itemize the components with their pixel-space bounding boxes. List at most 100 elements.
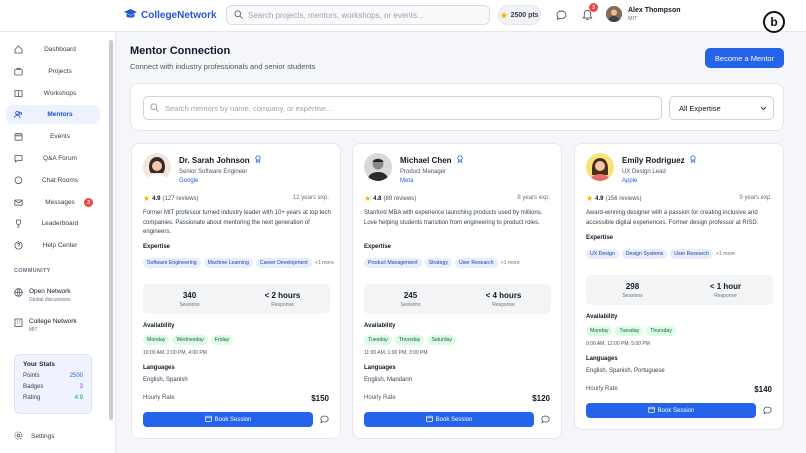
mentor-stats: 245 Sessions < 4 hours Response bbox=[364, 284, 551, 314]
sidebar-item-dashboard[interactable]: Dashboard bbox=[6, 40, 100, 59]
book-session-button[interactable]: Book Session bbox=[586, 403, 756, 418]
sessions-label: Sessions bbox=[179, 302, 200, 308]
message-mentor-icon[interactable] bbox=[763, 406, 773, 416]
sidebar-item-mentors[interactable]: Mentors bbox=[6, 105, 100, 124]
chat-icon[interactable] bbox=[554, 8, 568, 22]
bell-icon[interactable]: 3 bbox=[580, 3, 598, 22]
expertise-tag[interactable]: Design Systems bbox=[621, 249, 668, 259]
mentor-avatar bbox=[586, 153, 614, 181]
global-search[interactable] bbox=[226, 5, 490, 25]
logo[interactable]: CollegeNetwork bbox=[124, 9, 217, 22]
sessions-value: 340 bbox=[182, 291, 197, 300]
availability-label: Availability bbox=[364, 323, 396, 329]
hourly-rate-label: Hourly Rate bbox=[586, 386, 618, 392]
hourly-rate-value: $150 bbox=[311, 394, 329, 403]
message-mentor-icon[interactable] bbox=[541, 415, 551, 425]
star-icon: ★ bbox=[143, 194, 151, 203]
sidebar-item-leaderboard[interactable]: Leaderboard bbox=[6, 214, 100, 233]
expertise-select-value: All Expertise bbox=[679, 103, 721, 113]
response-value: < 4 hours bbox=[485, 291, 522, 300]
global-search-input[interactable] bbox=[248, 10, 468, 20]
message-mentor-icon[interactable] bbox=[320, 415, 330, 425]
expertise-tag[interactable]: Product Management bbox=[364, 258, 422, 268]
expertise-tag[interactable]: Strategy bbox=[424, 258, 452, 268]
mentor-rating: ★ 4.9 (127 reviews) bbox=[143, 194, 199, 203]
mentor-role: UX Design Lead bbox=[622, 169, 666, 175]
sidebar-item-help-center[interactable]: Help Center bbox=[6, 236, 100, 255]
stat-row: Rating 4.9 bbox=[23, 395, 83, 401]
expertise-label: Expertise bbox=[364, 244, 392, 250]
search-icon bbox=[150, 102, 159, 114]
corner-logo[interactable]: b bbox=[763, 11, 785, 33]
sidebar-item-projects[interactable]: Projects bbox=[6, 62, 100, 81]
mentor-company[interactable]: Google bbox=[179, 178, 198, 184]
expertise-tag[interactable]: User Research bbox=[670, 249, 713, 259]
book-session-label: Book Session bbox=[435, 416, 473, 423]
availability-label: Availability bbox=[143, 323, 175, 329]
stat-value: 3 bbox=[79, 384, 83, 390]
mentor-search[interactable] bbox=[143, 96, 662, 120]
book-session-label: Book Session bbox=[214, 416, 252, 423]
expertise-tag[interactable]: Software Engineering bbox=[143, 258, 201, 268]
mentor-rating: ★ 4.8 (89 reviews) bbox=[364, 194, 416, 203]
stats-panel: Your Stats Points 2500 Badges 3 Rating 4.9 bbox=[14, 354, 92, 414]
calendar-icon bbox=[204, 415, 212, 424]
settings-link[interactable]: Settings bbox=[14, 431, 55, 442]
sidebar-item-label: Projects bbox=[48, 68, 72, 75]
expertise-tag[interactable]: Career Development bbox=[255, 258, 312, 268]
review-count: (89 reviews) bbox=[383, 195, 417, 202]
mentor-bio: Award-winning designer with a passion fo… bbox=[586, 210, 759, 226]
availability-day: Saturday bbox=[427, 335, 457, 345]
sidebar-scrollbar[interactable] bbox=[109, 40, 113, 420]
languages-label: Languages bbox=[143, 365, 175, 371]
hourly-rate-value: $140 bbox=[754, 385, 772, 394]
sidebar-item-chat-rooms[interactable]: Chat Rooms bbox=[6, 171, 100, 190]
more-tags[interactable]: +1 more bbox=[315, 260, 334, 266]
community-item-open-network[interactable]: Open Network Global discussions bbox=[14, 288, 71, 303]
top-bar: CollegeNetwork ★ 2500 pts 3 Alex Thompso… bbox=[0, 0, 806, 33]
sidebar-item-events[interactable]: Events bbox=[6, 127, 100, 146]
become-mentor-button[interactable]: Become a Mentor bbox=[705, 48, 784, 68]
user-school: MIT bbox=[628, 15, 638, 22]
mentor-bio: Stanford MBA with experience launching p… bbox=[364, 210, 543, 226]
rating-value: 4.8 bbox=[373, 195, 382, 202]
expertise-tag[interactable]: Machine Learning bbox=[203, 258, 253, 268]
stat-label: Points bbox=[23, 373, 40, 379]
expertise-select[interactable]: All Expertise bbox=[669, 96, 774, 120]
mentor-company[interactable]: Meta bbox=[400, 178, 413, 184]
mentor-role: Senior Software Engineer bbox=[179, 169, 248, 175]
mentor-avatar bbox=[143, 153, 171, 181]
mentor-name-row: Emily Rodriguez bbox=[622, 155, 696, 165]
expertise-tags: UX Design Design Systems User Research +1 m… bbox=[586, 249, 778, 259]
mentor-languages: English, Mandarin bbox=[364, 377, 413, 383]
mentor-role: Product Manager bbox=[400, 169, 447, 175]
points-badge[interactable]: ★ 2500 pts bbox=[498, 5, 541, 25]
book-session-button[interactable]: Book Session bbox=[364, 412, 534, 427]
availability-label: Availability bbox=[586, 314, 618, 320]
more-tags[interactable]: +1 more bbox=[501, 260, 520, 266]
star-icon: ★ bbox=[586, 194, 594, 203]
availability-days: Monday Wednesday Friday bbox=[143, 335, 234, 345]
review-count: (127 reviews) bbox=[162, 195, 199, 202]
mentor-stats: 340 Sessions < 2 hours Response bbox=[143, 284, 330, 314]
user-menu[interactable]: Alex Thompson MIT bbox=[606, 6, 681, 22]
book-session-button[interactable]: Book Session bbox=[143, 412, 313, 427]
more-tags[interactable]: +1 more bbox=[716, 251, 735, 257]
expertise-tag[interactable]: UX Design bbox=[586, 249, 619, 259]
community-item-college-network[interactable]: College Network MIT bbox=[14, 318, 77, 333]
mentor-name-row: Michael Chen bbox=[400, 155, 463, 165]
stat-value: 2500 bbox=[69, 373, 83, 379]
app-name: CollegeNetwork bbox=[141, 10, 217, 21]
mentor-search-input[interactable] bbox=[165, 103, 645, 113]
sidebar-item-q-a-forum[interactable]: Q&A Forum bbox=[6, 149, 100, 168]
sidebar-item-workshops[interactable]: Workshops bbox=[6, 84, 100, 103]
expertise-tag[interactable]: User Research bbox=[454, 258, 498, 268]
availability-day: Thursday bbox=[394, 335, 425, 345]
sessions-value: 298 bbox=[625, 282, 640, 291]
availability-day: Tuesday bbox=[364, 335, 392, 345]
sidebar-item-label: Help Center bbox=[42, 242, 78, 249]
mentor-card-michael-chen: Michael Chen Product Manager Meta ★ 4.8 (89 r… bbox=[352, 143, 562, 439]
search-icon bbox=[234, 9, 243, 21]
sidebar-item-messages[interactable]: Messages 3 bbox=[6, 193, 100, 212]
mentor-company[interactable]: Apple bbox=[622, 178, 637, 184]
